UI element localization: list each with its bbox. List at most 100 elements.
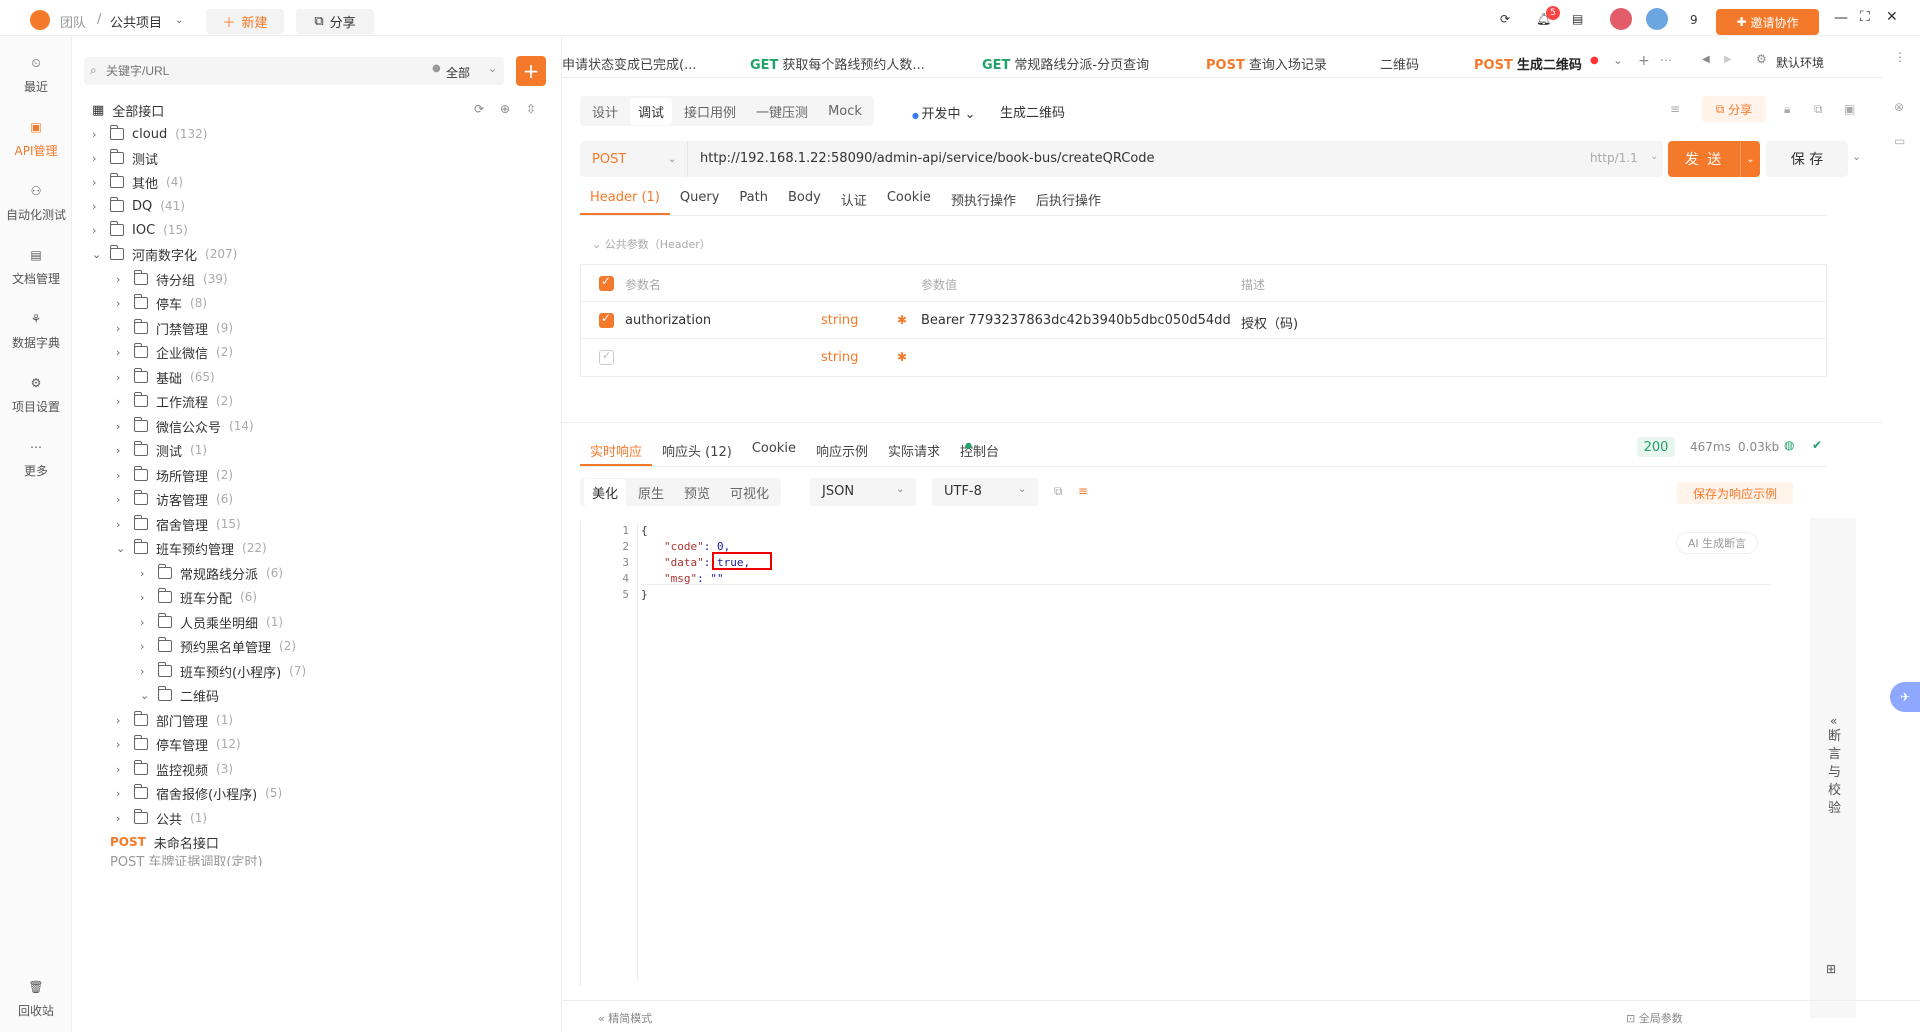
- tree-node[interactable]: › 部门管理 (1): [116, 708, 233, 732]
- share-button[interactable]: ⧉ 分享: [296, 9, 374, 34]
- tree-node[interactable]: › 测试: [92, 146, 166, 170]
- send-button[interactable]: 发 送: [1668, 141, 1740, 177]
- refresh-icon[interactable]: ⟳: [474, 102, 484, 116]
- search-box[interactable]: ⌕ 全部 ● ⌄: [84, 57, 504, 85]
- member-count[interactable]: 9: [1690, 13, 1698, 27]
- assert-side-panel[interactable]: « 断言与校验 ⊞: [1810, 518, 1856, 1018]
- tree-node[interactable]: › 班车预约(小程序) (7): [140, 659, 306, 683]
- tree-node[interactable]: ⌄ 班车预约管理 (22): [116, 536, 267, 560]
- chevron-down-icon[interactable]: ⌄: [1650, 151, 1658, 162]
- add-api-button[interactable]: +: [516, 56, 546, 86]
- tab-response-example[interactable]: 响应示例: [806, 433, 878, 466]
- tab-pretty[interactable]: 美化: [584, 478, 627, 506]
- method-select[interactable]: POST ⌄: [580, 141, 688, 177]
- filter-select[interactable]: 全部: [446, 64, 470, 81]
- nav-autotest[interactable]: ⚇ 自动化测试: [0, 184, 72, 223]
- nav-settings[interactable]: ⚙ 项目设置: [0, 376, 72, 415]
- url-input[interactable]: http://192.168.1.22:58090/admin-api/serv…: [700, 151, 1155, 166]
- tab-query[interactable]: Query: [670, 182, 730, 215]
- tree-node[interactable]: › 停车管理 (12): [116, 732, 241, 756]
- tree-node[interactable]: › IOC (15): [92, 218, 188, 242]
- tree-node[interactable]: › 待分组 (39): [116, 267, 228, 291]
- doc-icon[interactable]: ▤: [1572, 12, 1588, 28]
- tab-raw[interactable]: 原生: [630, 479, 672, 506]
- tree-node[interactable]: › 人员乘坐明细 (1): [140, 610, 283, 634]
- share-api-button[interactable]: ⧉ 分享: [1702, 96, 1766, 122]
- tab-item[interactable]: GET 常规路线分派-分页查询: [982, 54, 1149, 73]
- nav-docs[interactable]: ▤ 文档管理: [0, 248, 72, 287]
- lock-icon[interactable]: 🔒︎: [1784, 102, 1790, 117]
- refresh-icon[interactable]: ⟳: [1500, 12, 1516, 28]
- api-name[interactable]: 生成二维码: [1000, 102, 1065, 121]
- chevron-down-icon[interactable]: ⌄: [488, 62, 497, 75]
- tree-node[interactable]: › 预约黑名单管理 (2): [140, 634, 296, 658]
- tree-node[interactable]: › 访客管理 (6): [116, 487, 233, 511]
- tab-pre-script[interactable]: 预执行操作: [941, 182, 1026, 215]
- tab-visualize[interactable]: 可视化: [722, 479, 777, 506]
- public-params-toggle[interactable]: ⌄ 公共参数（Header）: [592, 236, 711, 252]
- nav-trash[interactable]: 🗑︎ 回收站: [0, 980, 72, 1019]
- close-circle-icon[interactable]: ⊗: [1894, 100, 1904, 114]
- invite-button[interactable]: ✚ 邀请协作: [1716, 9, 1819, 35]
- tree-node[interactable]: › 常规路线分派 (6): [140, 561, 283, 585]
- nav-recent[interactable]: ⏲ 最近: [0, 56, 72, 95]
- tree-node[interactable]: › 其他 (4): [92, 170, 183, 194]
- tree-node[interactable]: › cloud (132): [92, 122, 208, 146]
- close-icon[interactable]: ✕: [1886, 9, 1898, 25]
- tree-node[interactable]: › 基础 (65): [116, 365, 215, 389]
- assert-panel-label[interactable]: 断言与校验: [1828, 728, 1842, 818]
- nav-dictionary[interactable]: ⚘ 数据字典: [0, 312, 72, 351]
- env-select[interactable]: 默认环境: [1776, 54, 1824, 71]
- save-example-button[interactable]: 保存为响应示例: [1677, 482, 1793, 504]
- nav-api[interactable]: ▣ API管理: [0, 120, 72, 159]
- plus-icon[interactable]: +: [1638, 53, 1650, 69]
- tree-node[interactable]: › 宿舍管理 (15): [116, 512, 241, 536]
- avatar[interactable]: [1646, 8, 1668, 30]
- collapse-left-icon[interactable]: «: [1830, 714, 1837, 728]
- tab-response-cookie[interactable]: Cookie: [742, 433, 806, 466]
- restore-icon[interactable]: ⛶: [1860, 9, 1870, 25]
- tab-item[interactable]: POST 查询入场记录: [1206, 54, 1327, 73]
- tree-node[interactable]: › 班车分配 (6): [140, 585, 257, 609]
- wrap-icon[interactable]: ≡: [1078, 484, 1088, 498]
- tree-node[interactable]: › 企业微信 (2): [116, 340, 233, 364]
- tab-debug[interactable]: 调试: [630, 97, 673, 125]
- row-checkbox[interactable]: [599, 349, 614, 365]
- format-icon[interactable]: ≡: [1670, 102, 1680, 116]
- tree-node[interactable]: › 公共 (1): [116, 806, 207, 830]
- copy-icon[interactable]: ⧉: [1054, 484, 1063, 499]
- locate-icon[interactable]: ⊕: [500, 102, 510, 116]
- protocol-select[interactable]: http/1.1: [1590, 151, 1638, 165]
- tree-node[interactable]: › 停车 (8): [116, 291, 207, 315]
- tab-item[interactable]: 申请状态变成已完成(...: [562, 54, 696, 73]
- tree-api-item[interactable]: POST 车牌证据调取(定时): [110, 854, 263, 867]
- panel-icon[interactable]: ▭: [1894, 134, 1905, 148]
- tree-node[interactable]: ⌄ 二维码: [140, 683, 227, 707]
- tree-node[interactable]: › 监控视频 (3): [116, 757, 233, 781]
- tree-api-item[interactable]: POST 未命名接口: [110, 830, 219, 854]
- assistant-icon[interactable]: ✈: [1890, 682, 1920, 712]
- tab-cases[interactable]: 接口用例: [676, 98, 744, 125]
- more-icon[interactable]: ⋯: [1660, 53, 1672, 67]
- tree-node[interactable]: › 门禁管理 (9): [116, 316, 233, 340]
- more-icon[interactable]: ⋮: [1894, 50, 1906, 64]
- search-input[interactable]: [106, 57, 356, 85]
- tab-item[interactable]: GET 获取每个路线预约人数...: [750, 54, 925, 73]
- tree-node[interactable]: › 微信公众号 (14): [116, 414, 254, 438]
- status-select[interactable]: ● 开发中 ⌄: [912, 103, 976, 122]
- check-circle-icon[interactable]: ✔: [1812, 438, 1822, 452]
- tab-item[interactable]: 二维码: [1380, 54, 1419, 73]
- tree-node[interactable]: › 工作流程 (2): [116, 389, 233, 413]
- required-icon[interactable]: ✱: [897, 350, 907, 364]
- compact-mode-toggle[interactable]: « 精简模式: [598, 1010, 652, 1026]
- ai-assert-button[interactable]: AI 生成断言: [1676, 532, 1758, 554]
- save-icon[interactable]: ▣: [1844, 102, 1855, 116]
- breadcrumb-project[interactable]: 公共项目: [110, 12, 162, 31]
- select-all-checkbox[interactable]: [599, 274, 614, 291]
- tab-design[interactable]: 设计: [584, 98, 626, 125]
- chevron-down-icon[interactable]: ⌄: [1852, 150, 1861, 163]
- tab-preview[interactable]: 预览: [676, 479, 718, 506]
- tree-root[interactable]: ▦ 全部接口: [92, 98, 164, 122]
- encoding-select[interactable]: UTF-8 ⌄: [932, 478, 1038, 506]
- save-button[interactable]: 保 存: [1766, 141, 1848, 177]
